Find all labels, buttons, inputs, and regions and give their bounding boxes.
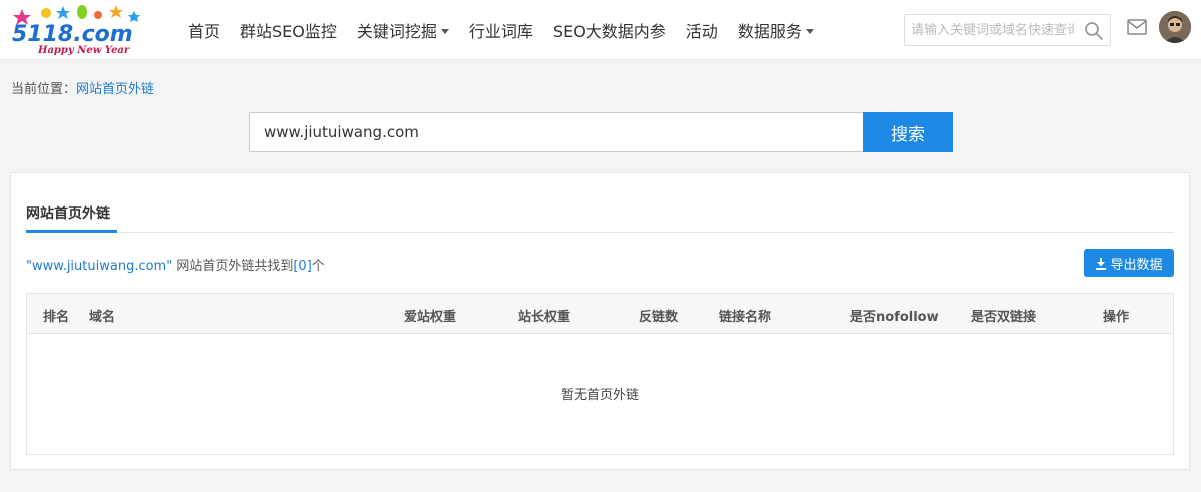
main-nav: 首页 群站SEO监控 关键词挖掘 行业词库 SEO大数据内参 活动 数据服务	[178, 0, 824, 60]
results-panel: 网站首页外链 "www.jiutuiwang.com" 网站首页外链共找到[0]…	[10, 172, 1190, 470]
nav-item-label: SEO大数据内参	[552, 22, 666, 41]
site-logo[interactable]: 5118.com Happy New Year	[8, 3, 158, 57]
tab-homepage-backlinks[interactable]: 网站首页外链	[26, 203, 110, 223]
export-data-button[interactable]: 导出数据	[1084, 249, 1174, 277]
nav-item-label: 活动	[685, 22, 718, 41]
nav-item-3[interactable]: 行业词库	[459, 0, 543, 60]
domain-search-input[interactable]	[249, 112, 864, 152]
col-rank[interactable]: 排名	[43, 306, 69, 325]
summary-suffix: 个	[311, 259, 325, 274]
avatar[interactable]	[1159, 11, 1191, 43]
nav-item-4[interactable]: SEO大数据内参	[543, 0, 676, 60]
result-summary: "www.jiutuiwang.com" 网站首页外链共找到[0]个	[26, 255, 325, 274]
nav-item-label: 数据服务	[737, 22, 802, 41]
col-actions: 操作	[1103, 310, 1130, 325]
col-backlink-count[interactable]: 反链数	[639, 306, 678, 325]
nav-item-2[interactable]: 关键词挖掘	[347, 0, 459, 60]
header-search	[904, 14, 1111, 46]
breadcrumb-current[interactable]: 网站首页外链	[76, 82, 154, 97]
main-search: 搜索	[249, 112, 953, 152]
search-icon[interactable]	[1084, 21, 1104, 41]
tab-bar: 网站首页外链	[26, 173, 1174, 233]
logo-text: 5118.com	[12, 22, 133, 47]
nav-item-1[interactable]: 群站SEO监控	[230, 0, 347, 60]
nav-item-label: 行业词库	[468, 22, 533, 41]
nav-item-label: 群站SEO监控	[240, 22, 337, 41]
nav-item-0[interactable]: 首页	[178, 0, 230, 60]
search-button[interactable]: 搜索	[863, 112, 953, 152]
col-domain[interactable]: 域名	[89, 306, 115, 325]
top-header: 5118.com Happy New Year 首页 群站SEO监控 关键词挖掘 行业…	[0, 0, 1201, 60]
col-aizhan-weight[interactable]: 爱站权重	[404, 306, 456, 325]
header-search-input[interactable]	[905, 15, 1080, 45]
breadcrumb-prefix: 当前位置：	[11, 82, 77, 97]
empty-state: 暂无首页外链	[560, 388, 639, 403]
nav-item-label: 首页	[188, 22, 221, 41]
tab-active-indicator	[26, 230, 117, 233]
logo-tagline: Happy New Year	[37, 45, 130, 56]
summary-count: 0	[298, 259, 307, 274]
caret-down-icon	[440, 28, 449, 34]
download-icon	[1096, 257, 1107, 270]
export-label: 导出数据	[1110, 257, 1163, 273]
nav-item-6[interactable]: 数据服务	[728, 0, 824, 60]
nav-item-5[interactable]: 活动	[676, 0, 728, 60]
col-link-name[interactable]: 链接名称	[719, 306, 771, 325]
col-double-link[interactable]: 是否双链接	[971, 306, 1036, 325]
logo-graphic: 5118.com Happy New Year	[12, 5, 140, 56]
breadcrumb: 当前位置：网站首页外链	[11, 78, 154, 97]
summary-domain: www.jiutuiwang.com	[31, 259, 167, 274]
backlinks-table: 排名 域名 爱站权重 站长权重 反链数 链接名称 是否nofollow 是否双链…	[26, 293, 1174, 455]
mail-icon[interactable]	[1127, 18, 1147, 36]
col-webmaster-weight[interactable]: 站长权重	[518, 306, 570, 325]
nav-item-label: 关键词挖掘	[356, 22, 437, 41]
summary-text: 网站首页外链共找到	[172, 259, 294, 274]
col-nofollow[interactable]: 是否nofollow	[850, 306, 939, 325]
caret-down-icon	[805, 28, 814, 34]
table-header: 排名 域名 爱站权重 站长权重 反链数 链接名称 是否nofollow 是否双链…	[27, 294, 1173, 334]
